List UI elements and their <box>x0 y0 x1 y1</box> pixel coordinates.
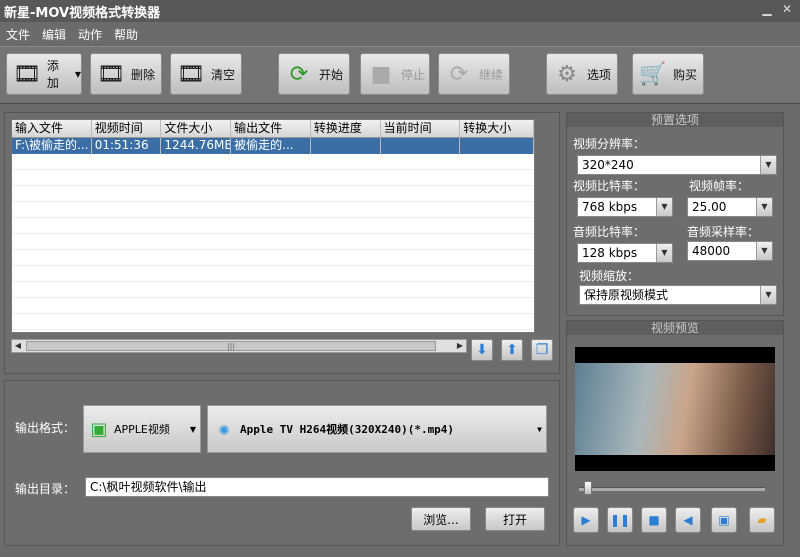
arrow-down-icon: ⬇ <box>476 342 488 358</box>
start-button[interactable]: ⟳ 开始 <box>278 53 350 95</box>
col-input-file[interactable]: 输入文件 <box>12 120 92 137</box>
output-panel: 输出格式： ▣ APPLE视频 ▼ ✺ Apple TV H264视频(320X… <box>4 380 560 546</box>
chevron-down-icon: ▼ <box>756 198 772 216</box>
menu-bar: 文件 编辑 动作 帮助 <box>0 24 144 44</box>
col-current-time[interactable]: 当前时间 <box>381 120 461 137</box>
output-dir-input[interactable]: C:\枫叶视频软件\输出 <box>85 477 549 497</box>
menu-action[interactable]: 动作 <box>72 24 108 44</box>
buy-button[interactable]: 🛒 购买 <box>632 53 704 95</box>
scroll-left-icon[interactable]: ◀ <box>12 340 24 352</box>
continue-icon: ⟳ <box>449 61 469 87</box>
stop-playback-button[interactable]: ■ <box>641 507 667 533</box>
copy-button[interactable]: ❐ <box>531 339 553 361</box>
video-preview <box>575 347 775 471</box>
move-down-button[interactable]: ⬇ <box>471 339 493 361</box>
file-list-panel: 输入文件 视频时间 文件大小 输出文件 转换进度 当前时间 转换大小 F:\被偷… <box>4 112 560 374</box>
toolbar: 🎞 添加 ▼ 🎞 删除 🎞 清空 ⟳ 开始 ■ 停止 ⟳ 继续 ⚙ 选项 🛒 购… <box>0 46 800 104</box>
preset-title: 预置选项 <box>567 113 783 127</box>
close-icon[interactable]: ✕ <box>780 2 794 16</box>
clear-button[interactable]: 🎞 清空 <box>170 53 242 95</box>
resolution-select[interactable]: 320*240 ▼ <box>577 155 777 175</box>
chevron-down-icon: ▼ <box>760 156 776 174</box>
volume-icon: ◀ <box>683 513 693 527</box>
film-add-icon: 🎞 <box>12 61 41 87</box>
continue-button[interactable]: ⟳ 继续 <box>438 53 510 95</box>
chevron-down-icon: ▼ <box>74 69 81 79</box>
film-remove-icon: 🎞 <box>97 61 125 87</box>
horizontal-scrollbar[interactable]: ◀ ||| ▶ <box>11 339 467 353</box>
samplerate-select[interactable]: 48000 ▼ <box>687 241 773 261</box>
add-button[interactable]: 🎞 添加 ▼ <box>6 53 82 95</box>
menu-help[interactable]: 帮助 <box>108 24 144 44</box>
seek-knob[interactable] <box>584 481 593 495</box>
preview-panel: 视频预览 ▶ ❚❚ ■ ◀ ▣ ▰ <box>566 320 784 546</box>
folder-icon: ▰ <box>757 513 767 527</box>
title-bar: 新星-MOV视频格式转换器 ▁ ✕ <box>0 0 800 22</box>
refresh-icon: ⟳ <box>289 61 309 87</box>
delete-button[interactable]: 🎞 删除 <box>90 53 162 95</box>
empty-rows <box>12 154 534 332</box>
chevron-down-icon: ▼ <box>537 424 542 434</box>
fps-label: 视频帧率： <box>689 179 750 193</box>
minimize-icon[interactable]: ▁ <box>760 2 774 16</box>
browse-button[interactable]: 浏览... <box>411 507 471 531</box>
scroll-right-icon[interactable]: ▶ <box>454 340 466 352</box>
play-button[interactable]: ▶ <box>573 507 599 533</box>
pause-button[interactable]: ❚❚ <box>607 507 633 533</box>
scale-select[interactable]: 保持原视频模式 ▼ <box>579 285 777 305</box>
snapshot-button[interactable]: ▣ <box>711 507 737 533</box>
table-header: 输入文件 视频时间 文件大小 输出文件 转换进度 当前时间 转换大小 <box>12 120 534 138</box>
output-dir-label: 输出目录： <box>15 482 76 496</box>
pause-icon: ❚❚ <box>609 513 631 527</box>
move-up-button[interactable]: ⬆ <box>501 339 523 361</box>
scale-label: 视频缩放： <box>579 269 640 283</box>
col-convert-size[interactable]: 转换大小 <box>460 120 534 137</box>
col-file-size[interactable]: 文件大小 <box>161 120 232 137</box>
chevron-down-icon: ▼ <box>656 198 672 216</box>
scroll-thumb[interactable]: ||| <box>26 341 436 351</box>
copy-icon: ❐ <box>535 342 549 358</box>
stop-icon: ■ <box>648 513 660 527</box>
video-frame-image <box>575 363 775 455</box>
preview-title: 视频预览 <box>567 321 783 335</box>
stop-icon: ■ <box>370 61 392 87</box>
format-icon: ✺ <box>218 418 230 440</box>
play-icon: ▶ <box>581 513 591 527</box>
category-select[interactable]: ▣ APPLE视频 ▼ <box>83 405 201 453</box>
camera-icon: ▣ <box>718 513 730 527</box>
chevron-down-icon: ▼ <box>760 286 776 304</box>
window-title: 新星-MOV视频格式转换器 <box>4 5 161 21</box>
resolution-label: 视频分辨率： <box>573 137 646 151</box>
open-button[interactable]: 打开 <box>485 507 545 531</box>
options-button[interactable]: ⚙ 选项 <box>546 53 618 95</box>
menu-edit[interactable]: 编辑 <box>36 24 72 44</box>
abitrate-select[interactable]: 128 kbps ▼ <box>577 243 673 263</box>
preset-panel: 预置选项 视频分辨率： 320*240 ▼ 视频比特率： 视频帧率： 768 k… <box>566 112 784 316</box>
volume-button[interactable]: ◀ <box>675 507 701 533</box>
stop-button[interactable]: ■ 停止 <box>360 53 430 95</box>
file-table: 输入文件 视频时间 文件大小 输出文件 转换进度 当前时间 转换大小 F:\被偷… <box>11 119 535 333</box>
open-folder-button[interactable]: ▰ <box>749 507 775 533</box>
gear-icon: ⚙ <box>557 61 577 87</box>
samplerate-label: 音频采样率： <box>687 225 760 239</box>
film-clear-icon: 🎞 <box>177 61 205 87</box>
vbitrate-select[interactable]: 768 kbps ▼ <box>577 197 673 217</box>
col-output-file[interactable]: 输出文件 <box>231 120 311 137</box>
apple-tv-icon: ▣ <box>90 418 108 440</box>
abitrate-label: 音频比特率： <box>573 225 646 239</box>
seek-slider[interactable] <box>579 487 765 491</box>
format-select[interactable]: ✺ Apple TV H264视频(320X240)(*.mp4) ▼ <box>207 405 547 453</box>
cart-icon: 🛒 <box>639 61 667 87</box>
fps-select[interactable]: 25.00 ▼ <box>687 197 773 217</box>
col-video-time[interactable]: 视频时间 <box>92 120 162 137</box>
menu-file[interactable]: 文件 <box>0 24 36 44</box>
chevron-down-icon: ▼ <box>656 244 672 262</box>
vbitrate-label: 视频比特率： <box>573 179 646 193</box>
chevron-down-icon: ▼ <box>756 242 772 260</box>
col-progress[interactable]: 转换进度 <box>311 120 381 137</box>
chevron-down-icon: ▼ <box>189 424 196 434</box>
arrow-up-icon: ⬆ <box>506 342 518 358</box>
table-row[interactable]: F:\被偷走的... 01:51:36 1244.76MB 被偷走的... <box>12 138 534 154</box>
output-format-label: 输出格式： <box>15 421 76 435</box>
